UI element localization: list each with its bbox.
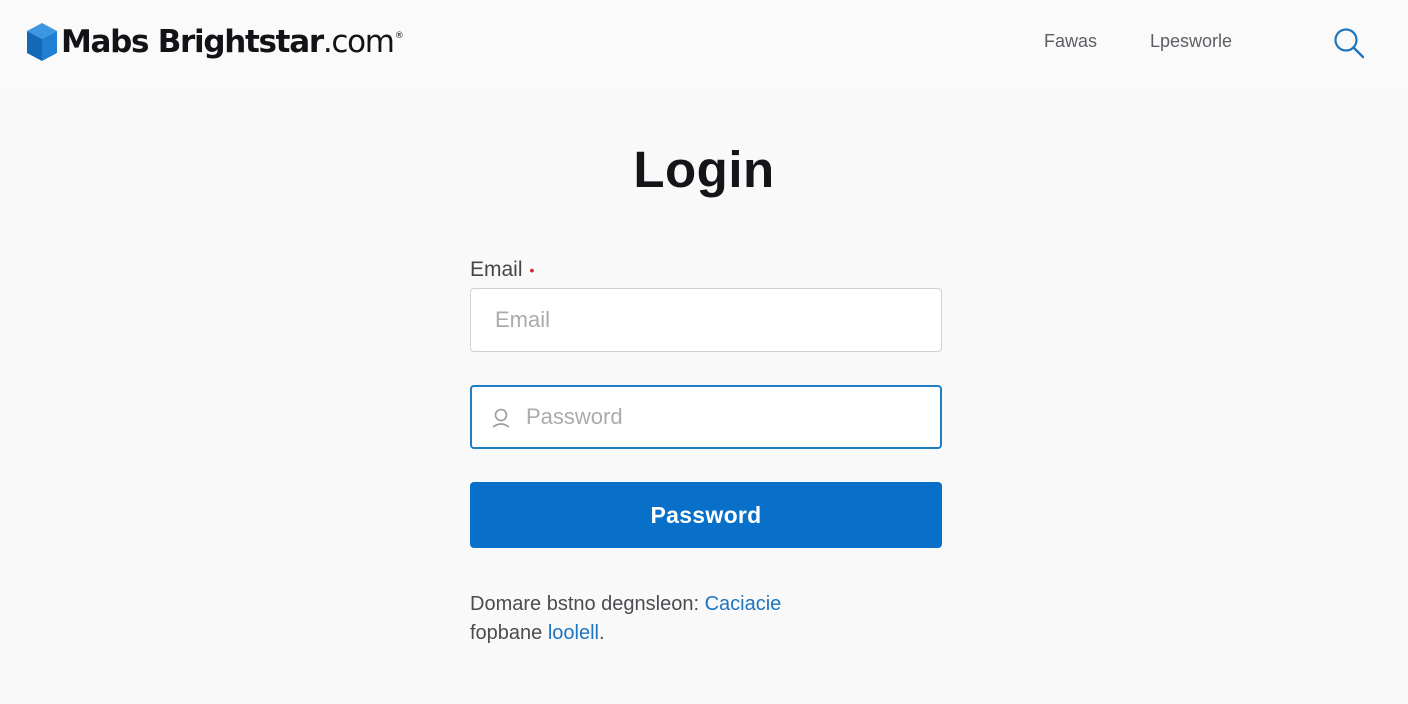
required-marker: •: [529, 262, 535, 278]
password-field-box: [470, 385, 942, 449]
search-icon[interactable]: [1332, 26, 1366, 60]
password-field[interactable]: [472, 387, 940, 447]
footer-line2-text: fopbane: [470, 622, 548, 644]
footer-line1-text: Domare bstno degnsleon:: [470, 593, 705, 615]
footer-link-loolell[interactable]: loolell: [548, 622, 599, 644]
user-icon: [492, 408, 510, 428]
page-title: Login: [633, 141, 775, 198]
login-form: Email• Password Domare bstno degnsleon: …: [470, 256, 942, 644]
cube-logo-icon: [27, 23, 57, 61]
brand-name: Mabs Brightstar.com®: [61, 24, 404, 60]
footer-line2-end: .: [599, 622, 605, 644]
nav-link-fawas[interactable]: Fawas: [1044, 31, 1097, 52]
email-label: Email •: [470, 258, 535, 281]
nav-link-lpesworle[interactable]: Lpesworle: [1150, 31, 1232, 52]
footer-link-caciacie[interactable]: Caciacie: [705, 593, 782, 615]
email-field[interactable]: [471, 289, 941, 351]
email-field-box: [470, 288, 942, 352]
brand-logo-link[interactable]: Mabs Brightstar.com®: [25, 20, 404, 64]
submit-button[interactable]: Password: [470, 482, 942, 548]
footer-note: Domare bstno degnsleon: Caciacie fopbane…: [470, 590, 781, 648]
site-header: Mabs Brightstar.com® Fawas Lpesworle: [0, 0, 1408, 88]
